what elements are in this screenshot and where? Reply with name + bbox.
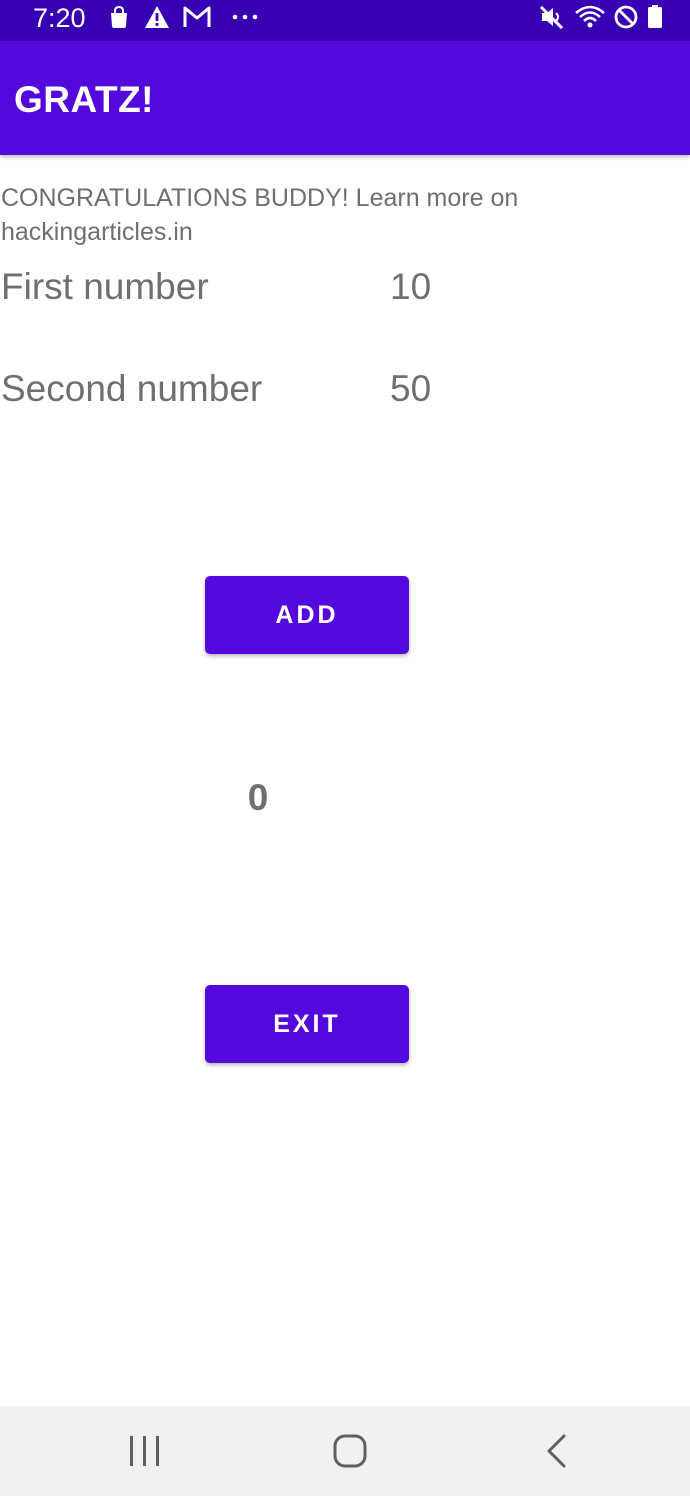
second-number-value: 50 — [390, 368, 432, 409]
app-title: GRATZ! — [14, 79, 154, 120]
home-icon[interactable] — [315, 1428, 385, 1474]
mute-icon — [539, 5, 564, 29]
add-button[interactable]: ADD — [205, 576, 409, 654]
status-time: 7:20 — [33, 3, 86, 33]
result-value: 0 — [247, 777, 269, 818]
status-bar: 7:20 — [0, 0, 690, 41]
back-icon[interactable] — [522, 1428, 592, 1474]
recent-apps-icon[interactable] — [110, 1428, 180, 1474]
battery-icon — [648, 5, 662, 28]
first-number-value: 10 — [390, 266, 432, 307]
congratulations-message: CONGRATULATIONS BUDDY! Learn more on hac… — [1, 184, 519, 246]
shopping-bag-icon — [111, 5, 127, 28]
wifi-icon — [575, 5, 605, 28]
navigation-bar — [0, 1406, 690, 1496]
app-bar: GRATZ! — [0, 41, 690, 155]
second-number-label: Second number — [1, 368, 263, 409]
exit-button[interactable]: EXIT — [205, 985, 409, 1063]
warning-icon — [145, 6, 169, 28]
gmail-icon — [183, 6, 211, 27]
first-number-label: First number — [1, 266, 209, 307]
more-notifications-icon — [232, 14, 258, 20]
do-not-disturb-icon — [614, 5, 638, 29]
